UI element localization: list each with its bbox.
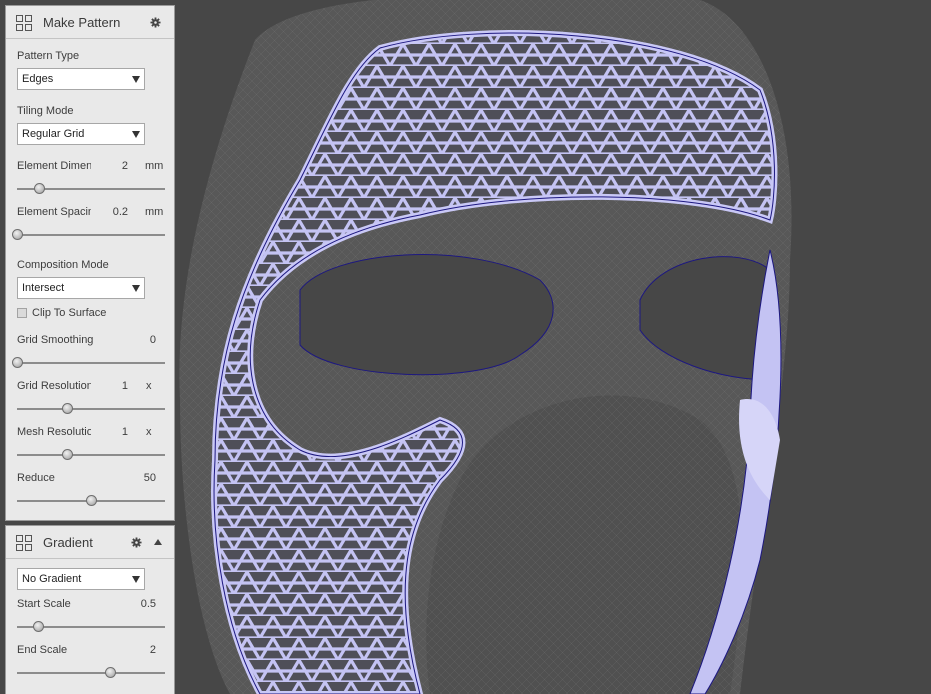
composition-mode-label: Composition Mode [17, 259, 109, 271]
slider-knob[interactable] [105, 667, 117, 678]
pattern-type-select[interactable]: Edges [17, 68, 145, 90]
start-scale-label: Start Scale [17, 598, 71, 610]
grid-resolution-label: Grid Resolution [17, 380, 91, 392]
gradient-mode-select[interactable]: No Gradient [17, 568, 145, 590]
dropdown-arrow-icon [132, 76, 140, 83]
end-scale-slider[interactable] [17, 667, 165, 679]
grid-smoothing-label: Grid Smoothing [17, 334, 94, 346]
element-dimension-slider[interactable] [17, 183, 165, 195]
composition-mode-select[interactable]: Intersect [17, 277, 145, 299]
gradient-mode-value: No Gradient [22, 573, 82, 585]
tiling-mode-label: Tiling Mode [17, 105, 74, 117]
grid-smoothing-value: 0 [149, 334, 156, 346]
panel-header[interactable]: Make Pattern [6, 6, 174, 39]
grid-resolution-value: 1 [121, 380, 128, 392]
reduce-label: Reduce [17, 472, 55, 484]
grid-icon [16, 535, 32, 551]
make-pattern-panel: Make Pattern Pattern Type Edges Tiling M… [5, 5, 175, 521]
mesh-resolution-label: Mesh Resolution [17, 426, 91, 438]
element-spacing-unit: mm [145, 206, 164, 218]
element-spacing-slider[interactable] [12, 229, 165, 241]
slider-knob[interactable] [62, 449, 74, 460]
dropdown-arrow-icon [132, 285, 140, 292]
reduce-value: 50 [143, 472, 156, 484]
grid-icon [16, 15, 32, 31]
dropdown-arrow-icon [132, 576, 140, 583]
gear-icon[interactable] [150, 17, 161, 28]
panel-title: Make Pattern [43, 15, 121, 30]
tiling-mode-value: Regular Grid [22, 128, 85, 140]
clip-to-surface-label: Clip To Surface [32, 307, 107, 319]
grid-resolution-slider[interactable] [17, 403, 165, 415]
element-spacing-value: 0.2 [112, 206, 128, 218]
reduce-slider[interactable] [17, 495, 165, 507]
gradient-panel: Gradient No Gradient Start Scale 0.5 End… [5, 525, 175, 694]
slider-knob[interactable] [32, 621, 44, 632]
element-spacing-label: Element Spacing [17, 206, 91, 218]
mesh-resolution-slider[interactable] [17, 449, 165, 461]
chevron-up-icon[interactable] [154, 539, 162, 545]
composition-mode-value: Intersect [22, 282, 65, 294]
slider-knob[interactable] [12, 229, 23, 240]
pattern-type-label: Pattern Type [17, 50, 80, 62]
mesh-resolution-unit: x [146, 426, 152, 438]
element-dimension-value: 2 [121, 160, 128, 172]
tiling-mode-select[interactable]: Regular Grid [17, 123, 145, 145]
grid-resolution-unit: x [146, 380, 152, 392]
element-dimension-label: Element Dimension [17, 160, 91, 172]
start-scale-slider[interactable] [17, 621, 165, 633]
slider-knob[interactable] [62, 403, 74, 414]
start-scale-value: 0.5 [140, 598, 156, 610]
pattern-type-value: Edges [22, 73, 54, 85]
slider-knob[interactable] [12, 357, 23, 368]
end-scale-label: End Scale [17, 644, 68, 656]
mesh-resolution-value: 1 [121, 426, 128, 438]
panel-title: Gradient [43, 535, 93, 550]
dropdown-arrow-icon [132, 131, 140, 138]
slider-knob[interactable] [86, 495, 97, 506]
slider-knob[interactable] [34, 183, 46, 194]
gear-icon[interactable] [131, 537, 142, 548]
element-dimension-unit: mm [145, 160, 164, 172]
grid-smoothing-slider[interactable] [12, 357, 165, 369]
clip-to-surface-checkbox[interactable] [17, 308, 27, 318]
end-scale-value: 2 [149, 644, 156, 656]
panel-header[interactable]: Gradient [6, 526, 174, 559]
